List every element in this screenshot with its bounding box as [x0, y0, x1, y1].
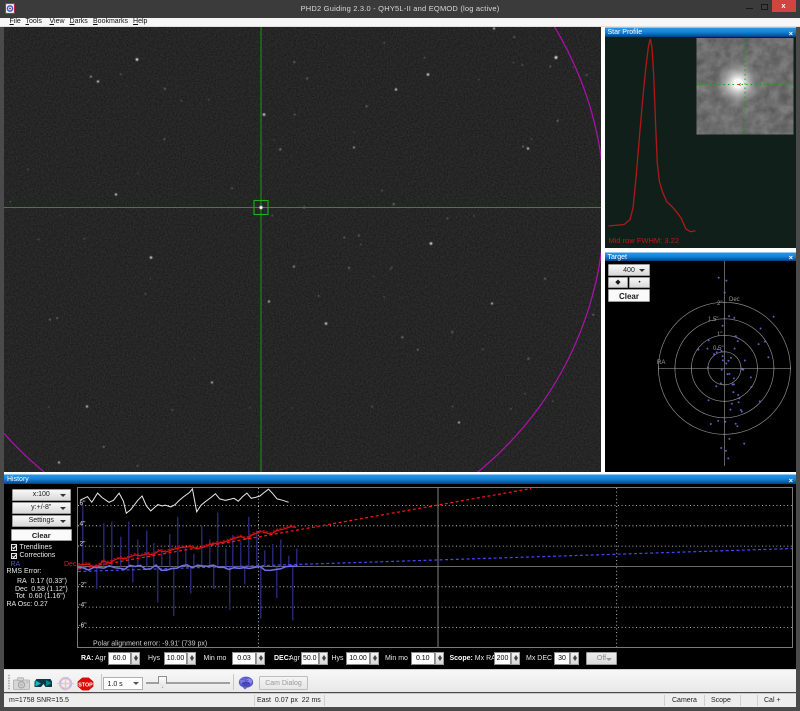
svg-text:Dec: Dec [729, 297, 740, 303]
svg-text:Polar alignment error: -9.91': Polar alignment error: -9.91' (739 px) [93, 640, 207, 647]
svg-text:STOP: STOP [78, 682, 93, 688]
svg-text:-4": -4" [79, 601, 88, 608]
svg-text:4": 4" [80, 520, 87, 527]
svg-text:6": 6" [80, 500, 87, 507]
svg-text:2": 2" [717, 301, 722, 307]
svg-text:-2": -2" [79, 581, 88, 588]
svg-text:-6": -6" [79, 621, 88, 628]
svg-text:1.5": 1.5" [708, 317, 718, 323]
svg-text:RA: RA [657, 360, 665, 366]
svg-text:2": 2" [80, 540, 87, 547]
svg-text:1": 1" [717, 332, 722, 338]
svg-text:Mid row FWHM: 3.22: Mid row FWHM: 3.22 [608, 236, 678, 245]
